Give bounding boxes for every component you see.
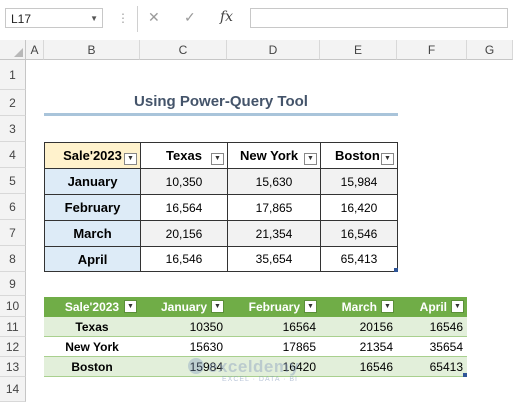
table1-header-cell[interactable]: Boston ▼ [320,142,398,169]
row-header-7[interactable]: 7 [0,220,26,246]
row-header-4[interactable]: 4 [0,142,26,168]
name-box-value: L17 [11,12,32,26]
table2-header-cell[interactable]: January ▼ [140,297,227,317]
column-header-d[interactable]: D [227,40,320,60]
table1-header-label: New York [240,148,299,163]
table2-cell[interactable]: 35654 [397,337,467,357]
table1-cell[interactable]: 65,413 [320,246,398,272]
table2-header-label: February [248,300,300,314]
filter-dropdown-icon[interactable]: ▼ [124,153,137,165]
table2-cell[interactable]: 16546 [397,317,467,337]
table1-row-label[interactable]: April [44,246,141,272]
table2-header-cell[interactable]: Sale'2023 ▼ [44,297,140,317]
table1-row-label[interactable]: March [44,220,141,247]
table2-header-label: Sale'2023 [64,300,120,314]
filter-dropdown-icon[interactable]: ▼ [124,300,137,313]
insert-function-icon[interactable]: fx [220,9,233,25]
cancel-icon[interactable]: ✕ [148,9,160,26]
page-title: Using Power-Query Tool [134,93,308,110]
row-header-1[interactable]: 1 [0,60,26,90]
formula-input[interactable] [250,8,508,28]
row-header-12[interactable]: 12 [0,337,26,357]
table1-cell[interactable]: 16,546 [140,246,228,272]
name-box[interactable]: L17 ▼ [5,8,103,28]
row-header-2[interactable]: 2 [0,90,26,116]
table2-header-cell[interactable]: April ▼ [397,297,467,317]
table2-cell[interactable]: 15630 [140,337,227,357]
table1-cell[interactable]: 21,354 [227,220,321,247]
table1-header-label: Texas [166,148,202,163]
filter-dropdown-icon[interactable]: ▼ [304,300,317,313]
table2-cell[interactable]: 10350 [140,317,227,337]
table1-cell[interactable]: 35,654 [227,246,321,272]
table1-cell[interactable]: 16,546 [320,220,398,247]
table2-row-label[interactable]: Boston [44,357,140,377]
table-resize-handle[interactable] [463,373,467,377]
table1-cell[interactable]: 15,630 [227,168,321,195]
row-header-3[interactable]: 3 [0,116,26,142]
table1-header-cell[interactable]: Sale'2023 ▼ [44,142,141,169]
table2-cell[interactable]: 20156 [320,317,397,337]
drag-handle-icon[interactable]: ⋮ [117,11,129,25]
column-header-g[interactable]: G [467,40,513,60]
row-header-5[interactable]: 5 [0,168,26,194]
column-header-f[interactable]: F [397,40,467,60]
row-header-10[interactable]: 10 [0,296,26,317]
row-header-13[interactable]: 13 [0,357,26,377]
filter-dropdown-icon[interactable]: ▼ [381,153,394,165]
row-header-14[interactable]: 14 [0,377,26,402]
table2-row-label[interactable]: Texas [44,317,140,337]
watermark-logo-icon [188,358,204,374]
table1-cell[interactable]: 20,156 [140,220,228,247]
table1-header-cell[interactable]: Texas ▼ [140,142,228,169]
filter-dropdown-icon[interactable]: ▼ [304,153,317,165]
table2-cell[interactable]: 16546 [320,357,397,377]
title-underline [44,113,398,116]
table2-header-cell[interactable]: March ▼ [320,297,397,317]
filter-dropdown-icon[interactable]: ▼ [211,153,224,165]
table1-cell[interactable]: 17,865 [227,194,321,221]
table1-row-label[interactable]: February [44,194,141,221]
column-header-c[interactable]: C [140,40,227,60]
chevron-down-icon[interactable]: ▼ [90,9,98,29]
row-header-11[interactable]: 11 [0,317,26,337]
table2-header-label: March [341,300,377,314]
table2-header-label: April [419,300,447,314]
watermark-name: exceldemy [208,357,300,376]
table2-cell[interactable]: 17865 [227,337,320,357]
table1-header-cell[interactable]: New York ▼ [227,142,321,169]
row-header-6[interactable]: 6 [0,194,26,220]
table-resize-handle[interactable] [394,268,398,272]
table1-header-label: Sale'2023 [63,148,122,163]
filter-dropdown-icon[interactable]: ▼ [211,300,224,313]
table2-cell[interactable]: 16564 [227,317,320,337]
table1-cell[interactable]: 15,984 [320,168,398,195]
filter-dropdown-icon[interactable]: ▼ [451,300,464,313]
enter-icon[interactable]: ✓ [184,9,196,26]
select-all-button[interactable] [0,40,26,60]
table2-header-cell[interactable]: February ▼ [227,297,320,317]
formula-bar: L17 ▼ ⋮ ✕ ✓ fx [0,0,513,41]
column-header-a[interactable]: A [26,40,44,60]
watermark-tagline: EXCEL · DATA · BI [222,376,298,383]
column-header-e[interactable]: E [320,40,397,60]
column-header-b[interactable]: B [44,40,140,60]
table2-cell[interactable]: 65413 [397,357,467,377]
table2-row-label[interactable]: New York [44,337,140,357]
table1-row-label[interactable]: January [44,168,141,195]
table2-header-label: January [160,300,207,314]
table1-cell[interactable]: 10,350 [140,168,228,195]
table1-cell[interactable]: 16,564 [140,194,228,221]
row-header-8[interactable]: 8 [0,246,26,272]
table2-cell[interactable]: 21354 [320,337,397,357]
table1-header-label: Boston [335,148,380,163]
filter-dropdown-icon[interactable]: ▼ [381,300,394,313]
row-header-9[interactable]: 9 [0,272,26,296]
table1-cell[interactable]: 16,420 [320,194,398,221]
